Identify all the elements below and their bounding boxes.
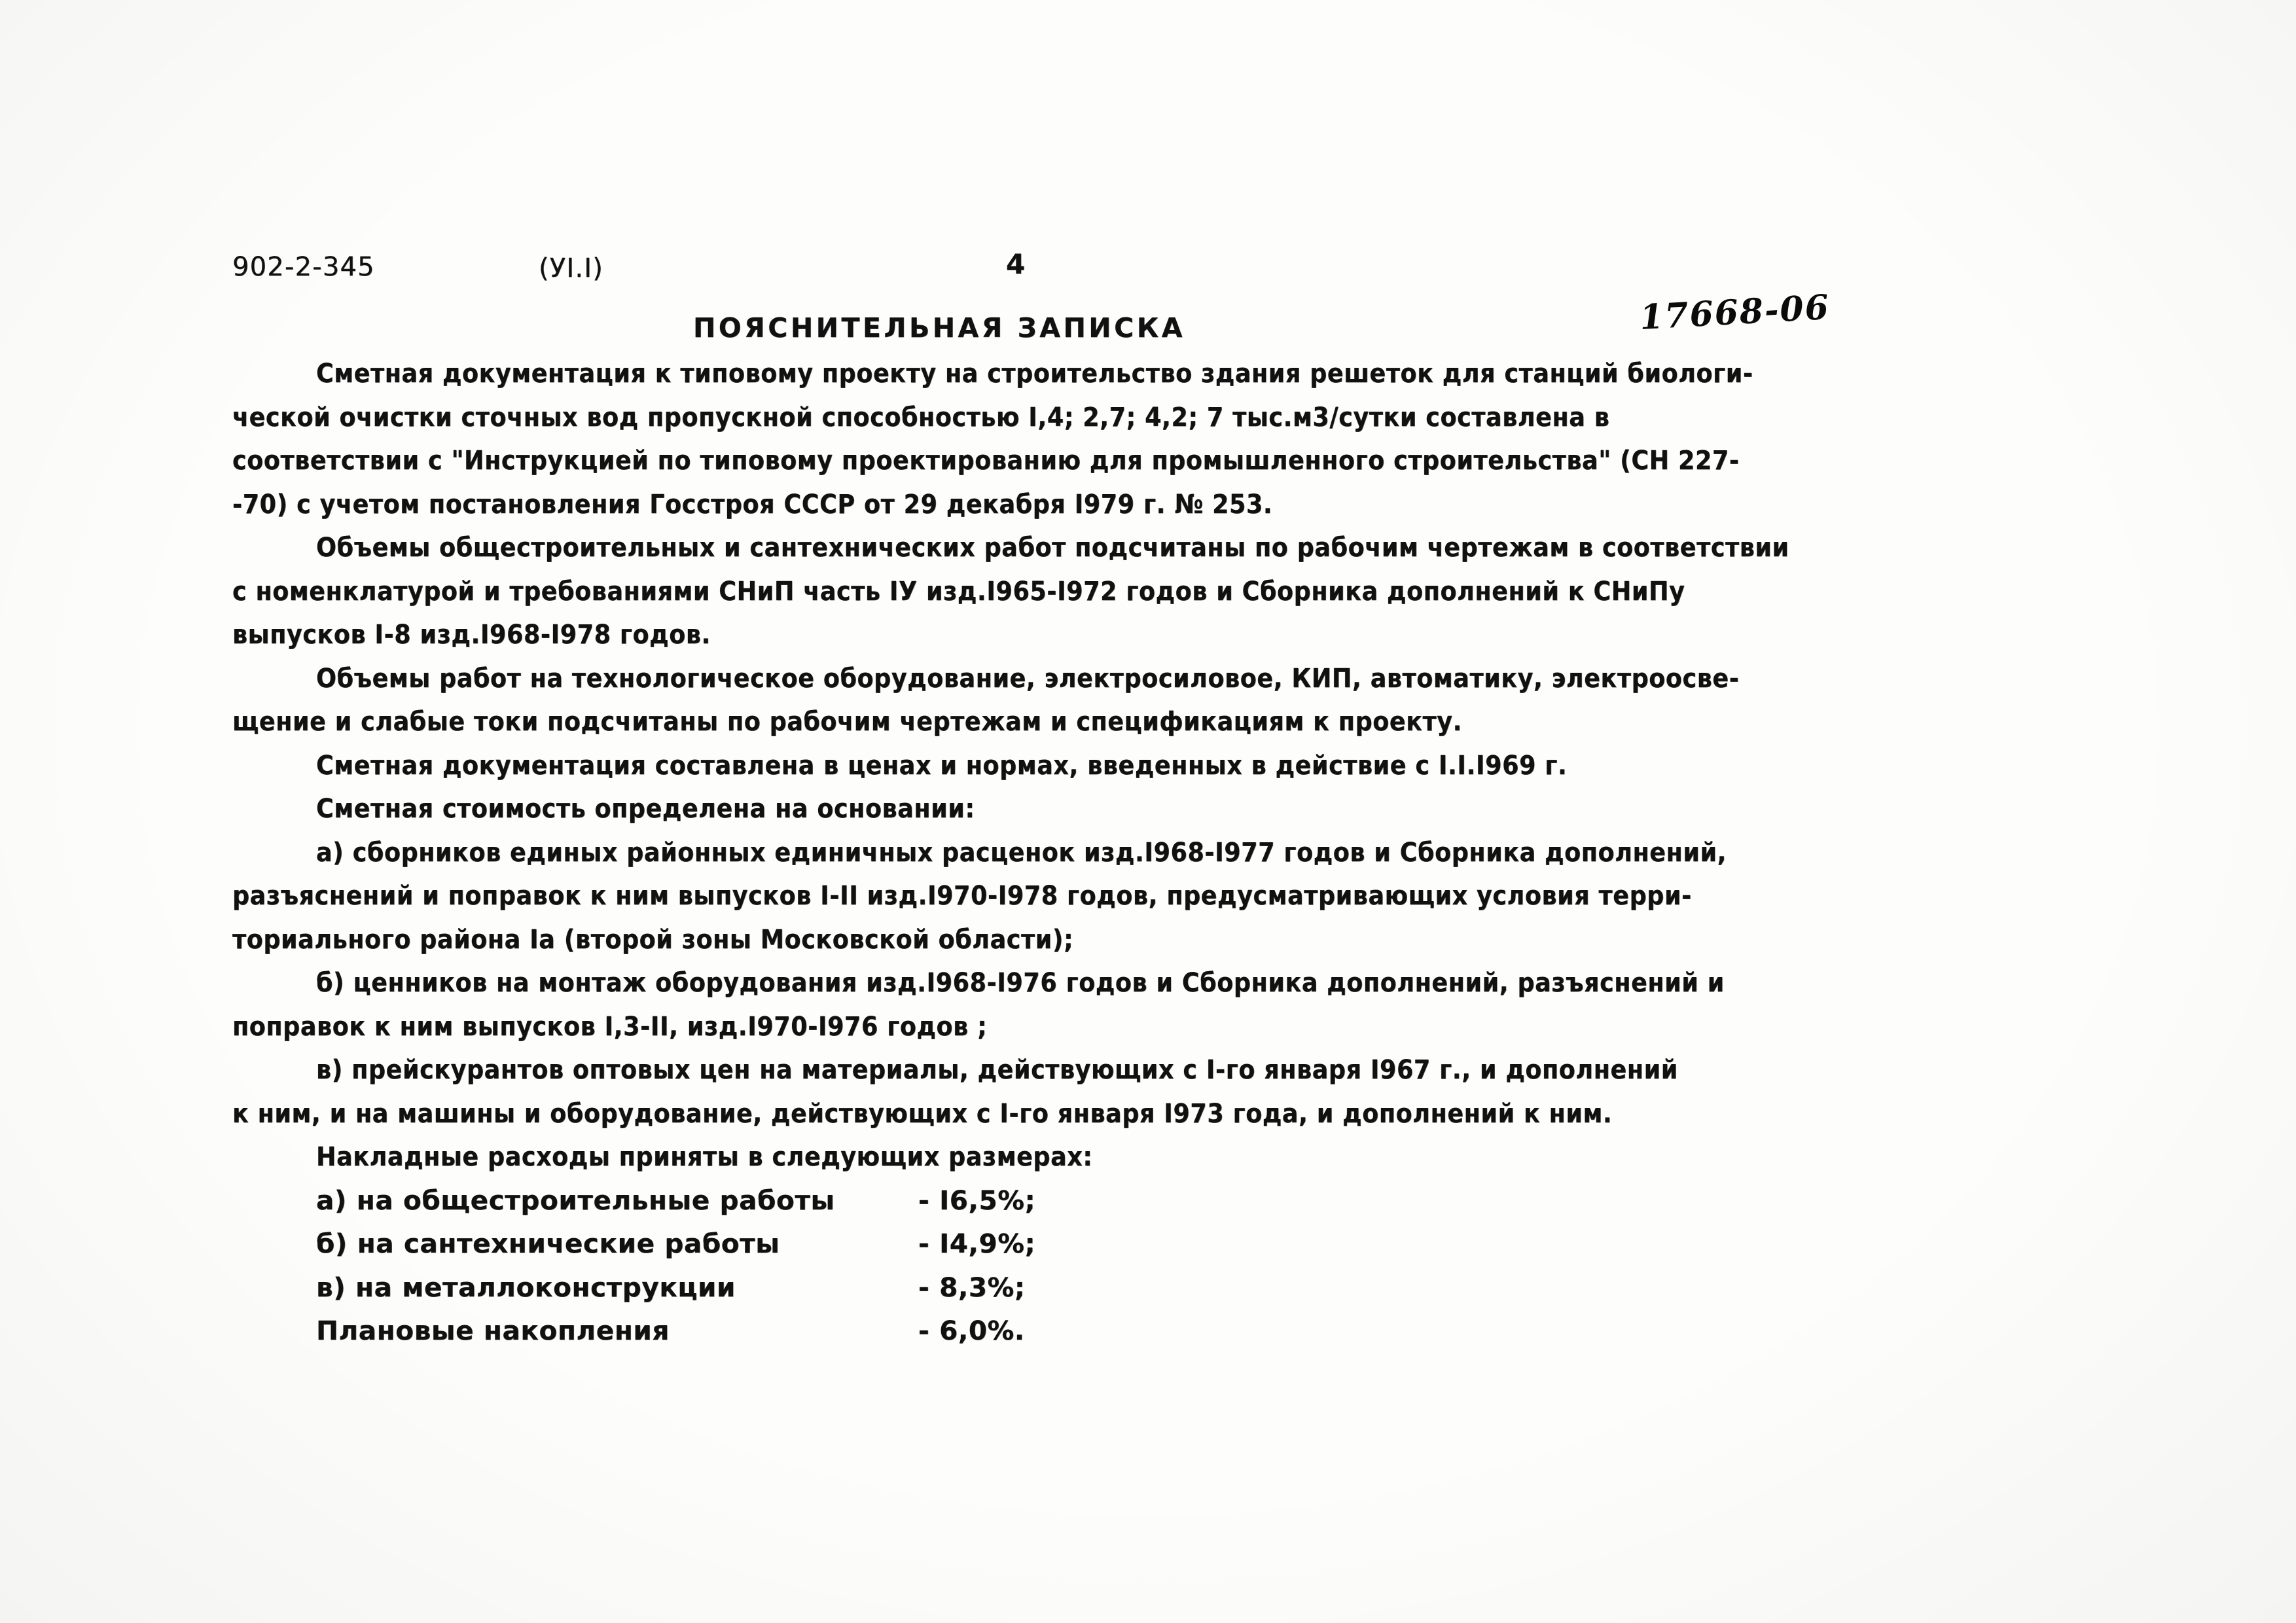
overhead-label: в) на металлоконструкции — [316, 1271, 736, 1303]
overhead-row: Плановые накопления - 6,0%. — [232, 1309, 2039, 1353]
paragraph-line: ческой очистки сточных вод пропускной сп… — [232, 401, 1610, 433]
overhead-label: б) на сантехнические работы — [316, 1228, 780, 1259]
list-item-a-line: а) сборников единых районных единичных р… — [316, 836, 1727, 868]
overhead-row: б) на сантехнические работы - I4,9%; — [232, 1222, 2039, 1266]
list-item-a-line: разъяснений и поправок к ним выпусков I-… — [232, 880, 1692, 911]
paragraph-line: Сметная документация составлена в ценах … — [316, 749, 1568, 781]
paragraph-line: соответствии с "Инструкцией по типовому … — [232, 444, 1740, 476]
project-code: 902-2-345 — [232, 252, 375, 282]
overhead-row: в) на металлоконструкции - 8,3%; — [232, 1266, 2039, 1310]
paragraph-line: щение и слабые токи подсчитаны по рабочи… — [232, 705, 1463, 737]
list-item-v-line: в) прейскурантов оптовых цен на материал… — [316, 1054, 1678, 1085]
paragraph-line: Объемы общестроительных и сантехнических… — [316, 531, 1789, 563]
archive-stamp: 17668-06 — [1638, 287, 1831, 338]
overhead-value: - I6,5%; — [918, 1184, 1036, 1216]
paragraph-line: с номенклатурой и требованиями СНиП част… — [232, 575, 1685, 607]
overhead-value: - 6,0%. — [918, 1315, 1025, 1346]
paragraph-line: выпусков I-8 изд.I968-I978 годов. — [232, 618, 711, 650]
overhead-value: - 8,3%; — [918, 1271, 1026, 1303]
document-body: 902-2-345 (УI.I) 4 17668-06 ПОЯСНИТЕЛЬНА… — [232, 248, 2039, 1353]
overhead-label: а) на общестроительные работы — [316, 1184, 835, 1216]
paragraph-line: -70) с учетом постановления Госстроя ССС… — [232, 488, 1273, 520]
document-header: 902-2-345 (УI.I) 4 17668-06 — [232, 248, 2039, 338]
overheads-intro: Накладные расходы приняты в следующих ра… — [316, 1141, 1093, 1172]
paragraph-line: Сметная стоимость определена на основани… — [316, 793, 975, 824]
document-page: 902-2-345 (УI.I) 4 17668-06 ПОЯСНИТЕЛЬНА… — [0, 0, 2296, 1623]
overhead-value: - I4,9%; — [918, 1228, 1036, 1259]
page-title: ПОЯСНИТЕЛЬНАЯ ЗАПИСКА — [693, 312, 1185, 344]
section-code: (УI.I) — [539, 253, 604, 283]
document-text: Сметная документация к типовому проекту … — [232, 351, 2039, 1353]
list-item-b-line: б) ценников на монтаж оборудования изд.I… — [316, 967, 1725, 998]
paragraph-line: Сметная документация к типовому проекту … — [316, 357, 1753, 389]
paragraph-line: Объемы работ на технологическое оборудов… — [316, 662, 1740, 694]
list-item-v-line: к ним, и на машины и оборудование, дейст… — [232, 1097, 1613, 1129]
list-item-b-line: поправок к ним выпусков I,3-II, изд.I970… — [232, 1010, 988, 1042]
page-number: 4 — [1006, 248, 1026, 280]
list-item-a-line: ториального района Iа (второй зоны Моско… — [232, 923, 1074, 955]
overhead-label: Плановые накопления — [316, 1315, 670, 1346]
overhead-row: а) на общестроительные работы - I6,5%; — [232, 1179, 2039, 1222]
